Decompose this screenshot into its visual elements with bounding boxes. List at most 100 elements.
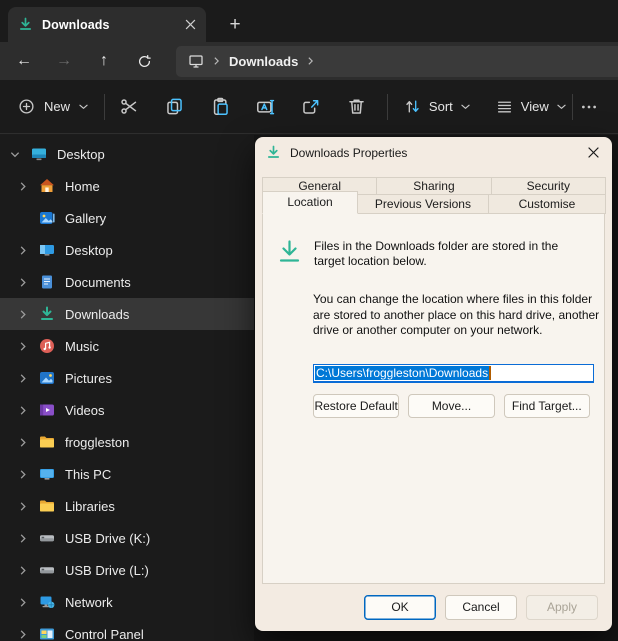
breadcrumb-chevron-icon[interactable] xyxy=(307,56,314,66)
location-tab-page: Files in the Downloads folder are stored… xyxy=(262,213,605,584)
sidebar-item-network[interactable]: Network xyxy=(0,586,254,618)
dialog-close-icon[interactable] xyxy=(580,141,606,165)
navigation-bar: ← → ↑ Downloads xyxy=(0,42,618,80)
sort-button[interactable]: Sort xyxy=(398,89,476,125)
chevron-collapsed-icon[interactable] xyxy=(16,565,30,576)
tab-security[interactable]: Security xyxy=(491,177,606,195)
navigation-pane: Desktop Home Gallery Desktop Documen xyxy=(0,135,254,641)
sidebar-item-pictures[interactable]: Pictures xyxy=(0,362,254,394)
usb-drive-icon xyxy=(38,561,57,580)
toolbar-separator xyxy=(104,94,105,120)
file-explorer-window: Downloads + ← → ↑ Downloads New xyxy=(0,0,618,641)
this-pc-icon xyxy=(38,465,57,484)
chevron-collapsed-icon[interactable] xyxy=(16,181,30,192)
tab-title: Downloads xyxy=(42,18,176,32)
pictures-icon xyxy=(38,369,57,388)
desktop-monitor-icon xyxy=(30,145,49,164)
chevron-collapsed-icon[interactable] xyxy=(16,405,30,416)
tab-strip: Downloads + xyxy=(0,0,618,42)
chevron-down-icon xyxy=(557,104,566,110)
sidebar-item-control-panel[interactable]: Control Panel xyxy=(0,618,254,641)
chevron-collapsed-icon[interactable] xyxy=(16,533,30,544)
new-tab-button[interactable]: + xyxy=(218,8,252,42)
breadcrumb-chevron-icon xyxy=(213,56,220,66)
chevron-collapsed-icon[interactable] xyxy=(16,373,30,384)
delete-button[interactable] xyxy=(340,89,373,125)
location-info-text: Files in the Downloads folder are stored… xyxy=(314,239,590,271)
network-icon xyxy=(38,593,57,612)
sidebar-item-usb-drive-l[interactable]: USB Drive (L:) xyxy=(0,554,254,586)
location-path-input[interactable]: C:\Users\froggleston\Downloads xyxy=(313,364,594,383)
downloads-icon xyxy=(276,239,303,271)
new-button[interactable]: New xyxy=(12,89,94,125)
new-button-label: New xyxy=(44,99,70,114)
find-target-button[interactable]: Find Target... xyxy=(504,394,590,418)
chevron-collapsed-icon[interactable] xyxy=(16,597,30,608)
tab-close-icon[interactable] xyxy=(185,19,196,30)
downloads-icon xyxy=(38,305,57,324)
address-bar[interactable]: Downloads xyxy=(176,46,618,77)
home-icon xyxy=(38,177,57,196)
chevron-collapsed-icon[interactable] xyxy=(16,309,30,320)
refresh-button[interactable] xyxy=(124,45,164,77)
forward-button[interactable]: → xyxy=(44,45,84,77)
sidebar-item-this-pc[interactable]: This PC xyxy=(0,458,254,490)
view-icon xyxy=(496,98,513,115)
chevron-collapsed-icon[interactable] xyxy=(16,245,30,256)
sidebar-item-home[interactable]: Home xyxy=(0,170,254,202)
chevron-collapsed-icon[interactable] xyxy=(16,501,30,512)
sidebar-item-videos[interactable]: Videos xyxy=(0,394,254,426)
view-button[interactable]: View xyxy=(490,89,572,125)
dialog-tab-control: General Sharing Security Location Previo… xyxy=(255,168,612,214)
more-options-button[interactable] xyxy=(573,89,606,125)
sidebar-item-gallery[interactable]: Gallery xyxy=(0,202,254,234)
folder-icon xyxy=(38,433,57,452)
music-icon xyxy=(38,337,57,356)
sort-button-label: Sort xyxy=(429,99,453,114)
videos-icon xyxy=(38,401,57,420)
chevron-collapsed-icon[interactable] xyxy=(16,437,30,448)
up-button[interactable]: ↑ xyxy=(84,45,124,77)
sidebar-item-downloads[interactable]: Downloads xyxy=(0,298,254,330)
ok-button[interactable]: OK xyxy=(364,595,436,620)
downloads-icon xyxy=(18,17,33,32)
location-description: You can change the location where files … xyxy=(313,292,605,339)
selected-path-text: C:\Users\froggleston\Downloads xyxy=(315,366,491,380)
chevron-expanded-icon[interactable] xyxy=(8,149,22,160)
sidebar-item-documents[interactable]: Documents xyxy=(0,266,254,298)
move-button[interactable]: Move... xyxy=(408,394,494,418)
command-toolbar: New Sort View xyxy=(0,80,618,134)
chevron-collapsed-icon[interactable] xyxy=(16,469,30,480)
chevron-collapsed-icon[interactable] xyxy=(16,341,30,352)
share-button[interactable] xyxy=(294,89,327,125)
chevron-down-icon xyxy=(461,104,470,110)
toolbar-separator xyxy=(387,94,388,120)
chevron-collapsed-icon[interactable] xyxy=(16,277,30,288)
gallery-icon xyxy=(38,209,57,228)
sidebar-item-desktop-root[interactable]: Desktop xyxy=(0,138,254,170)
restore-default-button[interactable]: Restore Default xyxy=(313,394,399,418)
sidebar-item-desktop[interactable]: Desktop xyxy=(0,234,254,266)
explorer-tab-downloads[interactable]: Downloads xyxy=(8,7,206,42)
apply-button[interactable]: Apply xyxy=(526,595,598,620)
back-button[interactable]: ← xyxy=(4,45,44,77)
sidebar-item-music[interactable]: Music xyxy=(0,330,254,362)
sidebar-item-libraries[interactable]: Libraries xyxy=(0,490,254,522)
paste-button[interactable] xyxy=(204,89,237,125)
chevron-collapsed-icon[interactable] xyxy=(16,629,30,640)
breadcrumb-downloads[interactable]: Downloads xyxy=(229,54,298,69)
cancel-button[interactable]: Cancel xyxy=(445,595,517,620)
tab-sharing[interactable]: Sharing xyxy=(376,177,491,195)
tab-previous-versions[interactable]: Previous Versions xyxy=(357,194,489,214)
sidebar-item-usb-drive-k[interactable]: USB Drive (K:) xyxy=(0,522,254,554)
folder-icon xyxy=(38,497,57,516)
cut-button[interactable] xyxy=(113,89,146,125)
sidebar-item-froggleston[interactable]: froggleston xyxy=(0,426,254,458)
tab-location[interactable]: Location xyxy=(262,191,358,214)
copy-button[interactable] xyxy=(158,89,191,125)
tab-customise[interactable]: Customise xyxy=(488,194,606,214)
documents-icon xyxy=(38,273,57,292)
rename-button[interactable] xyxy=(249,89,282,125)
desktop-icon xyxy=(38,241,57,260)
this-pc-icon xyxy=(188,53,204,69)
